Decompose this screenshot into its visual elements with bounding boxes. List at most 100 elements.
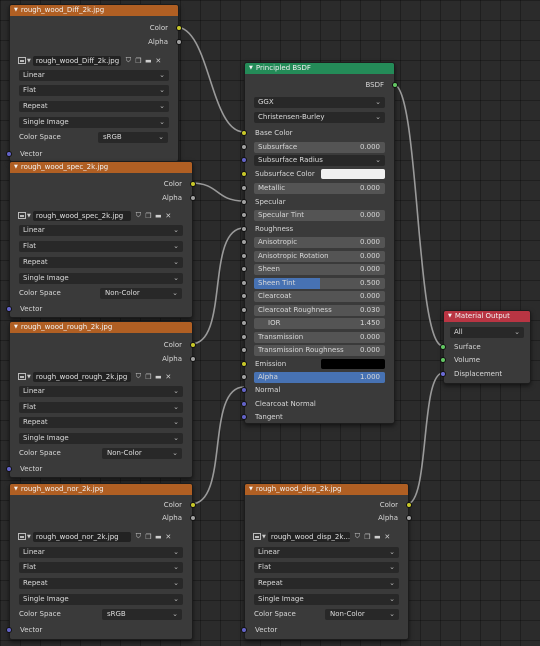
volume-input-socket[interactable] [440,357,446,363]
projection-dropdown[interactable]: Flat ⌄ [19,402,183,413]
image-icon[interactable] [18,212,26,219]
interpolation-dropdown[interactable]: Linear ⌄ [19,225,183,236]
node-header[interactable]: ▼ rough_wood_spec_2k.jpg [10,162,192,173]
sheen-field[interactable]: Sheen 0.000 [254,264,385,275]
alpha-output-socket[interactable] [190,195,196,201]
sheen-tint-input-socket[interactable] [241,280,247,286]
vector-input-socket[interactable] [241,627,247,633]
anisotropic-field[interactable]: Anisotropic 0.000 [254,237,385,248]
image-name-field[interactable]: rough_wood_Diff_2k.jpg [32,55,121,66]
subsurface-radius-dropdown[interactable]: Subsurface Radius ⌄ [254,155,385,166]
subsurface-field[interactable]: Subsurface 0.000 [254,142,385,153]
chevron-down-icon[interactable]: ▼ [27,374,31,380]
vector-input-socket[interactable] [6,306,12,312]
image-name-field[interactable]: rough_wood_spec_2k.jpg [32,210,131,221]
projection-dropdown[interactable]: Flat ⌄ [19,85,169,96]
interpolation-dropdown[interactable]: Linear ⌄ [19,70,169,81]
subsurface-color-swatch[interactable] [321,169,385,179]
collapse-arrow-icon[interactable]: ▼ [249,65,253,71]
image-selector[interactable]: ▼ rough_wood_disp_2k... ⛉ ❐ ▬ ✕ [253,531,392,542]
color-output-socket[interactable] [406,502,412,508]
vector-input-socket[interactable] [6,627,12,633]
image-name-field[interactable]: rough_wood_rough_2k.jpg [32,371,131,382]
chevron-down-icon[interactable]: ▼ [27,213,31,219]
alpha-input-socket[interactable] [241,374,247,380]
alpha-output-socket[interactable] [190,356,196,362]
alpha-output-socket[interactable] [190,515,196,521]
specular-tint-input-socket[interactable] [241,212,247,218]
clearcoat-roughness-field[interactable]: Clearcoat Roughness 0.030 [254,305,385,316]
image-selector[interactable]: ▼ rough_wood_nor_2k.jpg ⛉ ❐ ▬ ✕ [18,531,173,542]
image-icon[interactable] [253,533,261,540]
metallic-field[interactable]: Metallic 0.000 [254,183,385,194]
fake-user-shield-icon[interactable]: ⛉ [353,532,362,541]
image-selector[interactable]: ▼ rough_wood_rough_2k.jpg ⛉ ❐ ▬ ✕ [18,371,173,382]
image-icon[interactable] [18,57,26,64]
transmission-roughness-input-socket[interactable] [241,347,247,353]
collapse-arrow-icon[interactable]: ▼ [448,313,452,319]
bsdf-output-socket[interactable] [392,82,398,88]
transmission-roughness-field[interactable]: Transmission Roughness 0.000 [254,345,385,356]
sheen-tint-field[interactable]: Sheen Tint 0.500 [254,278,385,289]
subsurface-radius-input-socket[interactable] [241,157,247,163]
transmission-field[interactable]: Transmission 0.000 [254,332,385,343]
vector-input-socket[interactable] [6,151,12,157]
color-output-socket[interactable] [176,25,182,31]
projection-dropdown[interactable]: Flat ⌄ [19,562,183,573]
material-output-node[interactable]: ▼ Material Output All ⌄ Surface Volume Dis… [440,310,531,384]
source-dropdown[interactable]: Single Image ⌄ [254,594,399,605]
emission-input-socket[interactable] [241,361,247,367]
image-texture-node-disp[interactable]: ▼ rough_wood_disp_2k.jpg Color Alpha ▼ ro… [241,483,412,640]
node-header[interactable]: ▼ rough_wood_nor_2k.jpg [10,484,192,495]
alpha-output-socket[interactable] [176,39,182,45]
fake-user-shield-icon[interactable]: ⛉ [134,372,143,381]
duplicate-icon[interactable]: ❐ [134,56,143,65]
image-name-field[interactable]: rough_wood_disp_2k... [267,531,350,542]
color-space-dropdown[interactable]: sRGB ⌄ [102,609,182,620]
duplicate-icon[interactable]: ❐ [144,532,153,541]
extension-dropdown[interactable]: Repeat ⌄ [19,101,169,112]
source-dropdown[interactable]: Single Image ⌄ [19,117,169,128]
color-space-dropdown[interactable]: Non-Color ⌄ [325,609,399,620]
color-space-dropdown[interactable]: Non-Color ⌄ [100,288,182,299]
base-color-input-socket[interactable] [241,130,247,136]
color-space-dropdown[interactable]: sRGB ⌄ [98,132,168,143]
projection-dropdown[interactable]: Flat ⌄ [19,241,183,252]
vector-input-socket[interactable] [6,466,12,472]
close-icon[interactable]: ✕ [164,532,173,541]
fake-user-shield-icon[interactable]: ⛉ [134,211,143,220]
open-folder-icon[interactable]: ▬ [154,372,163,381]
image-icon[interactable] [18,533,26,540]
node-header[interactable]: ▼ rough_wood_Diff_2k.jpg [10,5,178,16]
node-header[interactable]: ▼ Material Output [444,311,530,322]
image-texture-node-spec[interactable]: ▼ rough_wood_spec_2k.jpg Color Alpha ▼ ro… [6,161,196,318]
image-icon[interactable] [18,373,26,380]
clearcoat-field[interactable]: Clearcoat 0.000 [254,291,385,302]
roughness-input-socket[interactable] [241,226,247,232]
clearcoat-input-socket[interactable] [241,293,247,299]
extension-dropdown[interactable]: Repeat ⌄ [19,257,183,268]
metallic-input-socket[interactable] [241,185,247,191]
duplicate-icon[interactable]: ❐ [144,372,153,381]
anisotropic-rotation-input-socket[interactable] [241,253,247,259]
source-dropdown[interactable]: Single Image ⌄ [19,273,183,284]
alpha-field[interactable]: Alpha 1.000 [254,372,385,383]
subsurface-method-dropdown[interactable]: Christensen-Burley ⌄ [254,112,385,123]
color-output-socket[interactable] [190,342,196,348]
open-folder-icon[interactable]: ▬ [154,532,163,541]
tangent-input-socket[interactable] [241,414,247,420]
collapse-arrow-icon[interactable]: ▼ [14,164,18,170]
surface-input-socket[interactable] [440,344,446,350]
collapse-arrow-icon[interactable]: ▼ [14,324,18,330]
sheen-input-socket[interactable] [241,266,247,272]
chevron-down-icon[interactable]: ▼ [27,58,31,64]
chevron-down-icon[interactable]: ▼ [262,534,266,540]
displacement-input-socket[interactable] [440,371,446,377]
ior-input-socket[interactable] [241,320,247,326]
open-folder-icon[interactable]: ▬ [154,211,163,220]
source-dropdown[interactable]: Single Image ⌄ [19,433,183,444]
duplicate-icon[interactable]: ❐ [144,211,153,220]
collapse-arrow-icon[interactable]: ▼ [14,486,18,492]
fake-user-shield-icon[interactable]: ⛉ [134,532,143,541]
image-selector[interactable]: ▼ rough_wood_Diff_2k.jpg ⛉ ❐ ▬ ✕ [18,55,163,66]
